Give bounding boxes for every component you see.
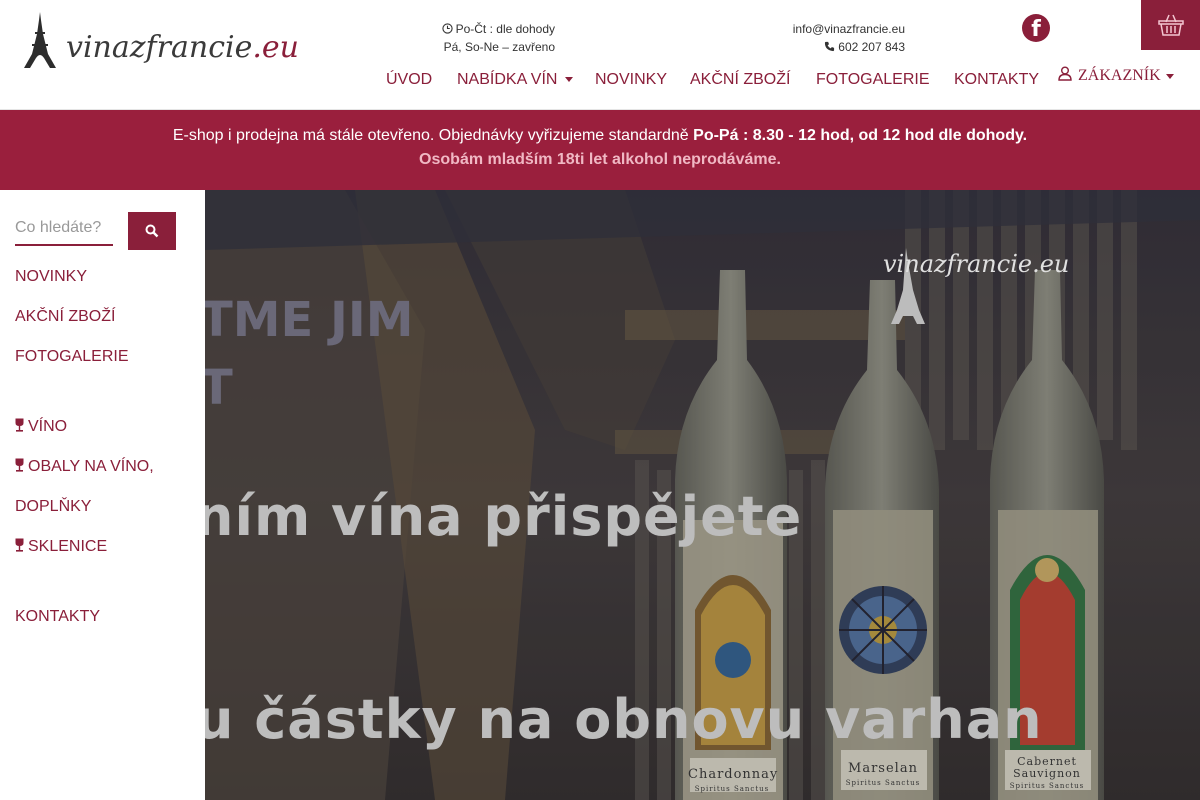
nav-item-nabidka-vin[interactable]: NABÍDKA VÍN [457, 66, 574, 94]
hours-line-1-text: Po-Čt : dle dohody [455, 22, 555, 36]
nav-item-kontakty[interactable]: KONTAKTY [954, 66, 1039, 94]
bottle-2-name: Marselan [848, 761, 918, 776]
sidebar-item-sklenice[interactable]: SKLENICE [15, 537, 107, 557]
eiffel-tower-icon [24, 12, 56, 68]
hours-line-2: Pá, So-Ne – zavřeno [443, 40, 555, 54]
wine-glass-icon [15, 418, 24, 432]
email-link[interactable]: info@vinazfrancie.eu [740, 20, 905, 38]
search-icon [145, 224, 159, 238]
bottle-3-sub: Spiritus Sanctus [1009, 782, 1085, 790]
logo-tld: .eu [252, 30, 299, 65]
hero-headline-2: u částky na obnovu varhan [205, 688, 1043, 751]
bottle-2-sub: Spiritus Sanctus [845, 779, 921, 787]
opening-hours: Po-Čt : dle dohody Pá, So-Ne – zavřeno [380, 20, 555, 56]
hours-line-1: Po-Čt : dle dohody [380, 20, 555, 38]
sidebar-item-vino-label: VÍNO [28, 418, 68, 435]
hero-top-line-2: T [205, 360, 233, 416]
basket-icon [1157, 14, 1184, 36]
bottle-label-1: Chardonnay Spiritus Sanctus [688, 767, 779, 796]
banner-line-1: E-shop i prodejna má stále otevřeno. Obj… [0, 124, 1200, 148]
search-input[interactable] [15, 212, 113, 246]
hero-top-line-1: TME JIM [205, 292, 414, 348]
sidebar-item-doplnky[interactable]: DOPLŇKY [15, 497, 91, 517]
banner-age-notice: Osobám mladším 18ti let alkohol neprodáv… [419, 151, 781, 168]
chevron-down-icon [565, 77, 574, 83]
hero-logo-text: vinazfrancie.eu [883, 250, 1070, 278]
sidebar-item-vino[interactable]: VÍNO [15, 417, 67, 437]
wine-glass-icon [15, 458, 24, 472]
logo-text: vinazfrancie.eu [66, 26, 299, 70]
banner-text: E-shop i prodejna má stále otevřeno. Obj… [172, 127, 689, 144]
phone-icon [825, 41, 835, 52]
sidebar-item-obaly-label: OBALY NA VÍNO, [28, 458, 154, 475]
sidebar-item-sklenice-label: SKLENICE [28, 538, 108, 555]
bottle-1-sub: Spiritus Sanctus [694, 785, 770, 793]
hero-slider[interactable]: TME JIM T vinazfrancie.eu ním vína přisp… [205, 190, 1200, 800]
sidebar-item-kontakty[interactable]: KONTAKTY [15, 607, 100, 627]
bottle-1-name: Chardonnay [688, 767, 779, 782]
cart-button[interactable] [1141, 0, 1200, 50]
bottle-label-3: Cabernet Sauvignon Spiritus Sanctus [1003, 756, 1091, 792]
notice-banner: E-shop i prodejna má stále otevřeno. Obj… [0, 110, 1200, 190]
user-icon [1058, 66, 1072, 81]
customer-label: ZÁKAZNÍK [1078, 67, 1161, 84]
sidebar-item-akcni-zbozi[interactable]: AKČNÍ ZBOŽÍ [15, 307, 115, 327]
wine-glass-icon [15, 538, 24, 552]
site-header: vinazfrancie.eu Po-Čt : dle dohody Pá, S… [0, 0, 1200, 110]
facebook-icon[interactable]: f [1022, 14, 1050, 42]
nav-item-customer[interactable]: ZÁKAZNÍK [1058, 62, 1174, 90]
hero-headline-1: ním vína přispějete [205, 485, 803, 548]
nav-item-uvod[interactable]: ÚVOD [386, 66, 432, 94]
search-button[interactable] [128, 212, 176, 250]
sidebar-item-obaly[interactable]: OBALY NA VÍNO, [15, 457, 154, 477]
phone-line[interactable]: 602 207 843 [740, 38, 905, 56]
sidebar-item-novinky[interactable]: NOVINKY [15, 267, 87, 287]
bottle-3-name-b: Sauvignon [1013, 767, 1081, 780]
logo-name: vinazfrancie [66, 30, 253, 65]
banner-hours: Po-Pá : 8.30 - 12 hod, od 12 hod dle doh… [693, 127, 1028, 144]
nav-item-novinky[interactable]: NOVINKY [595, 66, 667, 94]
chevron-down-icon [1165, 73, 1174, 79]
nav-item-fotogalerie[interactable]: FOTOGALERIE [816, 66, 930, 94]
contact-info: info@vinazfrancie.eu 602 207 843 [740, 20, 905, 56]
sidebar-item-fotogalerie[interactable]: FOTOGALERIE [15, 347, 129, 367]
phone-number: 602 207 843 [838, 40, 905, 54]
clock-icon [441, 23, 453, 34]
bottle-label-2: Marselan Spiritus Sanctus [839, 762, 927, 790]
site-logo[interactable]: vinazfrancie.eu [20, 10, 299, 70]
nav-item-nabidka-vin-label: NABÍDKA VÍN [457, 71, 558, 88]
sidebar: NOVINKY AKČNÍ ZBOŽÍ FOTOGALERIE VÍNO OBA… [0, 190, 205, 800]
nav-item-akcni-zbozi[interactable]: AKČNÍ ZBOŽÍ [690, 66, 790, 94]
